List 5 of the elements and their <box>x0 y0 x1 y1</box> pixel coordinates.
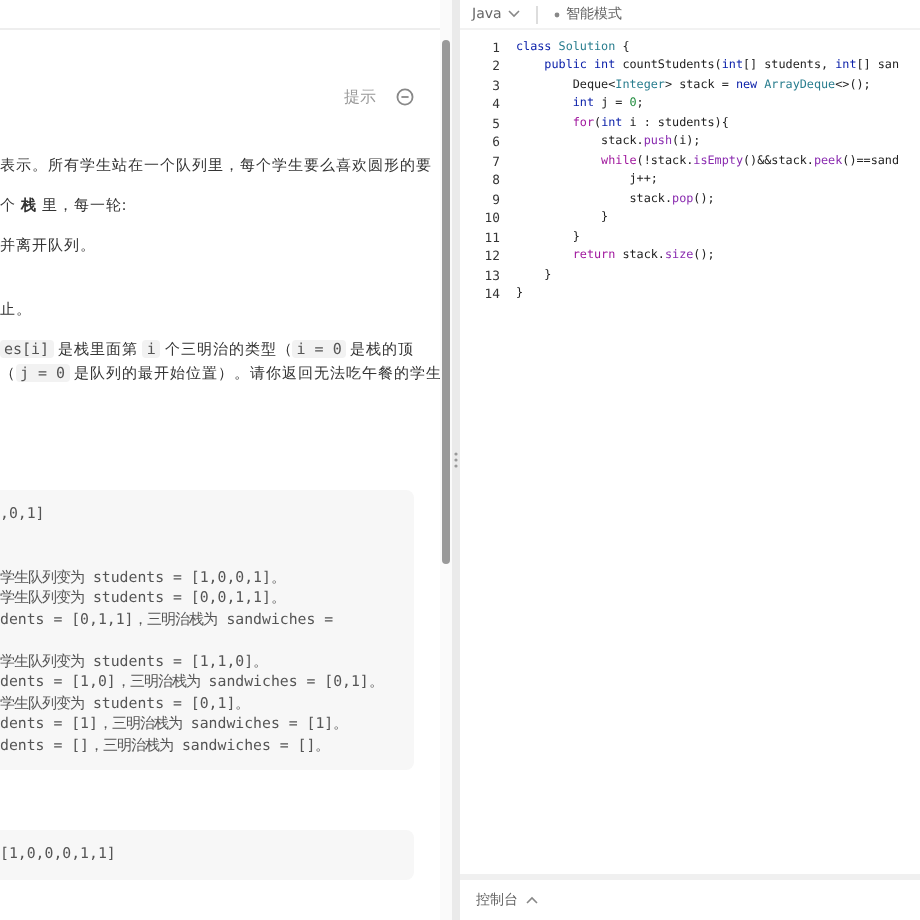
scrollbar-thumb[interactable] <box>442 40 450 564</box>
dot-icon <box>553 11 560 17</box>
chevron-down-icon <box>507 10 520 18</box>
chevron-up-icon <box>526 896 538 904</box>
minus-circle-icon[interactable] <box>396 87 414 105</box>
